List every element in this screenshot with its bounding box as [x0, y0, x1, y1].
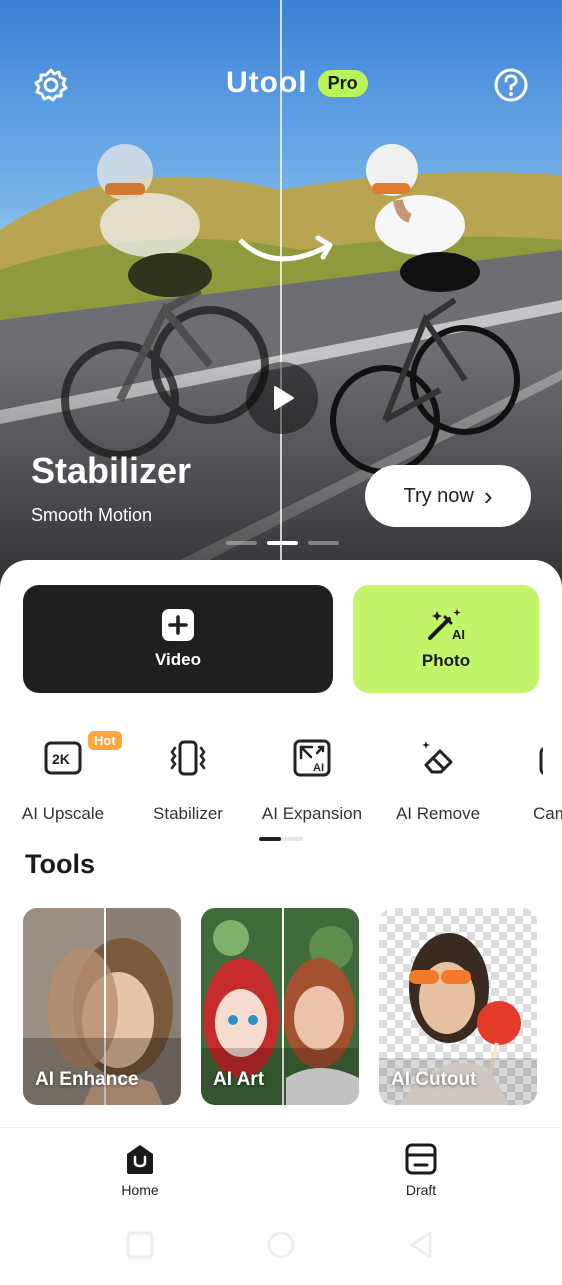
- top-bar: Utool Pro: [0, 0, 562, 120]
- nav-label: Home: [121, 1182, 159, 1198]
- feature-label: Stabilizer: [153, 804, 223, 823]
- nav-item-draft[interactable]: Draft: [381, 1142, 461, 1198]
- play-icon: [274, 386, 294, 410]
- recents-icon[interactable]: [126, 1231, 154, 1259]
- tool-label: AI Enhance: [35, 1069, 139, 1090]
- feature-camera[interactable]: Cam: [503, 738, 562, 824]
- settings-button[interactable]: [29, 63, 73, 107]
- camera-icon: [503, 738, 543, 778]
- tool-label: AI Cutout: [391, 1069, 477, 1090]
- svg-text:2K: 2K: [52, 751, 70, 767]
- nav-label: Draft: [405, 1182, 437, 1198]
- video-label: Video: [155, 650, 201, 669]
- magic-wand-ai-icon: AI: [428, 609, 465, 642]
- system-nav-bar: [0, 1217, 562, 1280]
- photo-button[interactable]: AI Photo: [353, 585, 539, 693]
- bottom-nav: Home Draft: [0, 1127, 562, 1217]
- tool-card-ai-art[interactable]: AI Art: [201, 908, 359, 1105]
- back-icon[interactable]: [410, 1231, 432, 1259]
- home-icon: [127, 1145, 153, 1174]
- gear-icon: [34, 68, 68, 102]
- tool-card-ai-cutout[interactable]: AI Cutout: [379, 908, 537, 1105]
- hero-title: Stabilizer: [31, 450, 192, 491]
- tools-heading: Tools: [25, 849, 95, 879]
- feature-scroll-indicator: [259, 837, 303, 841]
- tool-label: AI Art: [213, 1069, 265, 1090]
- video-button[interactable]: Video: [23, 585, 333, 693]
- carousel-indicator: [226, 541, 339, 545]
- svg-text:AI: AI: [313, 762, 324, 774]
- pro-badge[interactable]: Pro: [317, 69, 368, 97]
- feature-label: AI Remove: [395, 804, 481, 823]
- carousel-dot[interactable]: [226, 541, 257, 545]
- plus-icon: [162, 609, 194, 641]
- feature-label: Cam: [533, 804, 562, 823]
- help-button[interactable]: [489, 63, 533, 107]
- hero-banner[interactable]: Utool Pro Stabilizer Smooth Motion Try n…: [0, 0, 562, 590]
- try-now-button[interactable]: Try now ›: [365, 465, 531, 527]
- feature-stabilizer[interactable]: Stabilizer: [128, 738, 248, 824]
- photo-label: Photo: [421, 651, 471, 670]
- help-icon: [494, 68, 528, 102]
- chevron-right-icon: ›: [483, 481, 493, 511]
- scroll-thumb: [259, 837, 281, 841]
- feature-ai-remove[interactable]: AI Remove: [378, 738, 498, 824]
- 2k-icon: 2K: [43, 738, 83, 778]
- feature-ai-expansion[interactable]: AI AI Expansion: [252, 738, 372, 824]
- feature-ai-upscale[interactable]: 2K AI Upscale: [3, 738, 123, 824]
- app-name: Utool: [226, 66, 308, 99]
- hero-subtitle: Smooth Motion: [31, 505, 153, 525]
- eraser-icon: [418, 738, 458, 778]
- carousel-dot-active[interactable]: [267, 541, 298, 545]
- try-now-label: Try now: [403, 484, 474, 507]
- draft-icon: [405, 1143, 437, 1175]
- home-system-icon[interactable]: [267, 1231, 295, 1259]
- hot-badge: Hot: [88, 731, 122, 750]
- expand-icon: AI: [292, 738, 332, 778]
- svg-text:AI: AI: [452, 627, 465, 642]
- tool-card-ai-enhance[interactable]: AI Enhance: [23, 908, 181, 1105]
- nav-item-home[interactable]: Home: [100, 1142, 180, 1198]
- play-button[interactable]: [246, 362, 318, 434]
- carousel-dot[interactable]: [308, 541, 339, 545]
- feature-label: AI Upscale: [21, 804, 105, 823]
- stabilizer-icon: [168, 738, 208, 778]
- feature-label: AI Expansion: [261, 804, 363, 823]
- app-logo: Utool Pro: [226, 66, 368, 100]
